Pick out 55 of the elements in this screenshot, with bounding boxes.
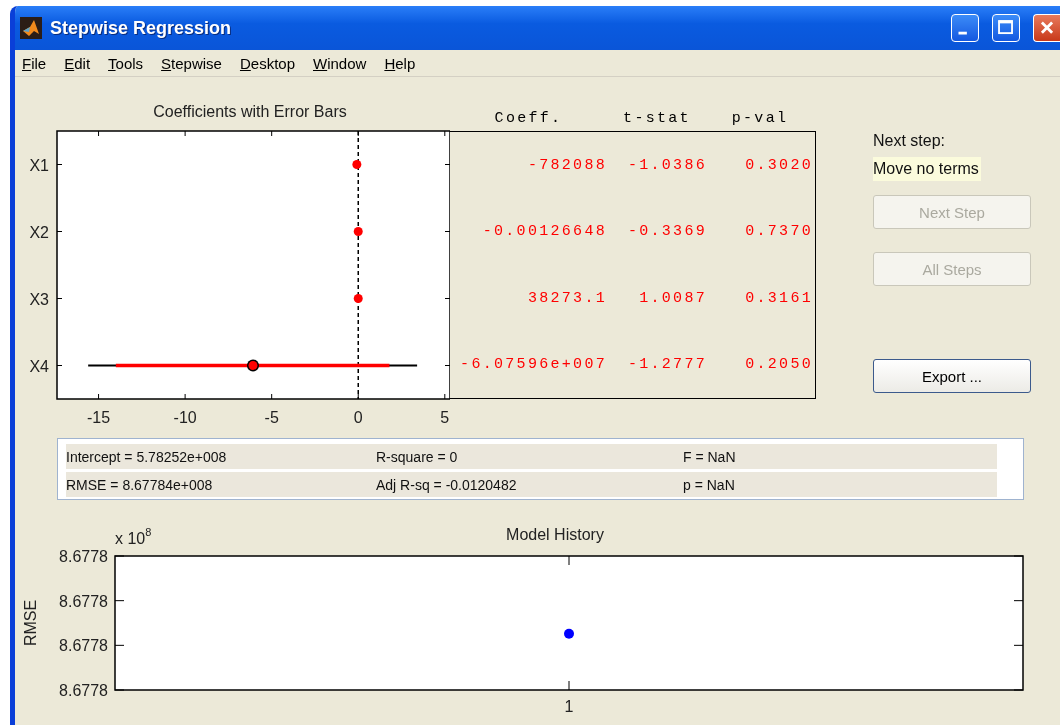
statistic-text: RMSE = 8.67784e+008 xyxy=(66,476,214,493)
maximize-icon[interactable] xyxy=(992,14,1020,42)
window-title: Stepwise Regression xyxy=(50,17,232,39)
tick-label: -15 xyxy=(87,409,111,426)
tick-label: X4 xyxy=(29,357,49,375)
axis-multiplier: x 10$^{8}$ xyxy=(115,526,152,547)
close-icon[interactable] xyxy=(1033,14,1060,42)
next-step-value: Move no terms xyxy=(873,157,981,181)
column-header: Coeff. xyxy=(493,109,564,127)
table-cell-text: -0.3369 xyxy=(626,223,707,241)
tick-label: 1 xyxy=(564,698,574,715)
table-cell-text: 0.3161 xyxy=(744,289,813,307)
statistic-text: p = NaN xyxy=(683,476,736,493)
table-cell-text: -0.00126648 xyxy=(481,223,607,241)
tick-label: 8.6778 xyxy=(59,682,108,699)
minimize-icon[interactable] xyxy=(951,14,979,42)
history-point xyxy=(564,628,574,639)
table-cell-text: 0.7370 xyxy=(744,223,813,241)
statistic-text: R-square = 0 xyxy=(376,448,459,465)
menu-item[interactable]: File xyxy=(22,54,56,72)
table-cell-text: 0.3020 xyxy=(744,156,813,174)
table-cell-text: 1.0087 xyxy=(638,289,707,307)
tick-label: 8.6778 xyxy=(59,637,108,655)
tick-label: -5 xyxy=(264,409,279,426)
menu-item[interactable]: Stepwise xyxy=(161,54,231,72)
step-button[interactable]: Export ... xyxy=(873,359,1031,393)
table-cell-text: 0.2050 xyxy=(744,356,813,374)
tick-label: 0 xyxy=(353,409,363,426)
app-icon xyxy=(20,17,42,39)
menu-item[interactable]: Tools xyxy=(108,54,153,72)
table-cell-text: -1.2777 xyxy=(626,356,707,374)
menu-item[interactable]: Help xyxy=(384,54,425,72)
table-cell-text: 38273.1 xyxy=(526,289,607,307)
tick-label: 8.6778 xyxy=(59,592,108,610)
tick-label: -10 xyxy=(173,409,197,426)
tick-label: X1 xyxy=(29,156,49,174)
statistic-text: Intercept = 5.78252e+008 xyxy=(66,448,228,465)
chart-title: Coefficients with Error Bars xyxy=(153,103,347,120)
next-step-label: Next step: xyxy=(873,132,946,151)
column-header: t-stat xyxy=(622,109,692,127)
column-header: p-val xyxy=(730,109,790,127)
tick-label: X3 xyxy=(29,290,49,308)
chart-title: Model History xyxy=(506,526,604,543)
menu-item[interactable]: Desktop xyxy=(239,54,304,72)
tick-label: 5 xyxy=(440,409,450,426)
table-cell-text: -782088 xyxy=(526,156,607,174)
table-cell-text: -1.0386 xyxy=(626,156,707,174)
tick-label: X2 xyxy=(29,223,49,241)
statistic-text: Adj R-sq = -0.0120482 xyxy=(376,476,518,493)
menu-item[interactable]: Edit xyxy=(64,54,100,72)
tick-label: 8.6778 xyxy=(59,548,108,565)
axis-label: RMSE xyxy=(22,599,39,647)
table-cell-text: -6.07596e+007 xyxy=(459,356,607,374)
statistic-text: F = NaN xyxy=(683,448,737,465)
menu-item[interactable]: Window xyxy=(313,54,376,72)
